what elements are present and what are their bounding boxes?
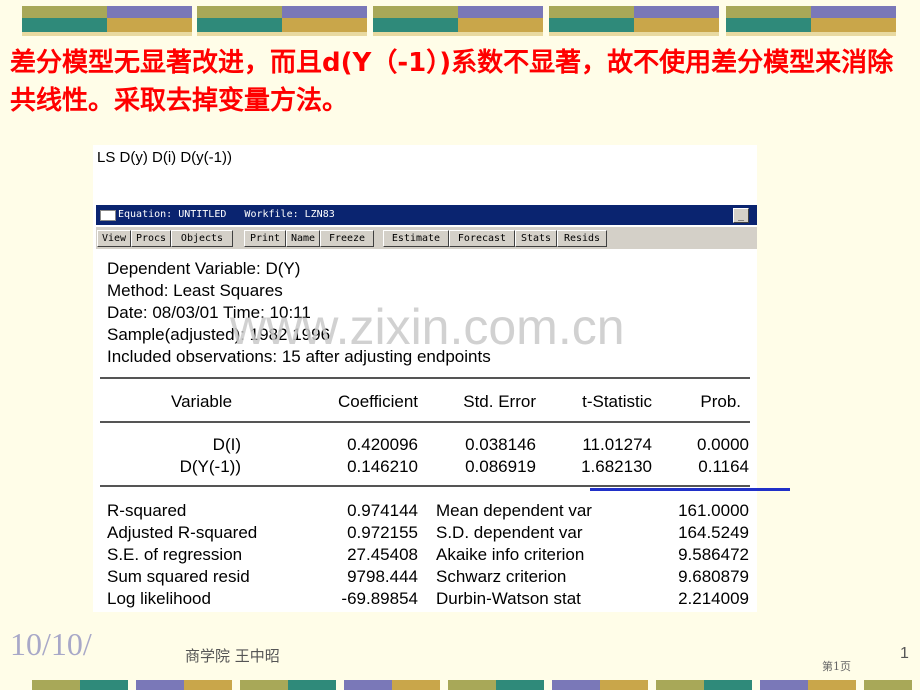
divider [100,485,750,487]
stat-value: 161.0000 [678,501,749,520]
deco-block [197,6,367,44]
eviews-screenshot: LS D(y) D(i) D(y(-1)) Equation: UNTITLED… [93,145,757,612]
resids-button[interactable]: Resids [557,230,607,247]
footer-date: 10/10/ [10,626,92,662]
forecast-button[interactable]: Forecast [449,230,515,247]
deco-block [726,6,896,44]
stat-value: 0.972155 [347,523,418,542]
stat-label: Log likelihood [107,589,211,608]
stat-value: 164.5249 [678,523,749,542]
divider [100,377,750,379]
slide-number: 1 [900,645,909,662]
column-header: Std. Error [463,392,536,411]
coef-variable: D(Y(-1)) [179,457,241,476]
stat-label: Schwarz criterion [436,567,567,586]
stat-label: S.E. of regression [107,545,243,564]
command-text: LS D(y) D(i) D(y(-1)) [97,149,232,166]
print-button[interactable]: Print [244,230,286,247]
stat-value: 0.974144 [347,501,418,520]
deco-block [22,6,192,44]
std-error-value: 0.038146 [465,435,536,454]
stat-label: Mean dependent var [436,501,592,520]
coef-value: 0.146210 [347,457,418,476]
watermark: www.zixin.com.cn [230,299,625,355]
stat-value: 27.45408 [347,545,418,564]
dependent-variable-line: Dependent Variable: D(Y) [107,259,301,278]
command-window[interactable]: LS D(y) D(i) D(y(-1)) [93,145,757,203]
equation-window-titlebar[interactable]: Equation: UNTITLED Workfile: LZN83 _ [96,205,757,225]
stat-label: Sum squared resid [107,567,250,586]
window-icon [100,210,116,221]
coef-variable: D(I) [212,435,241,454]
stat-label: Durbin-Watson stat [436,589,581,608]
estimate-button[interactable]: Estimate [383,230,449,247]
top-decoration [0,6,920,44]
stat-value: -69.89854 [341,589,418,608]
view-button[interactable]: View [97,230,131,247]
divider [100,421,750,423]
column-header: Prob. [700,392,741,411]
stats-button[interactable]: Stats [515,230,557,247]
footer-page-label: 第1页 [822,660,851,673]
std-error-value: 0.086919 [465,457,536,476]
prob-value: 0.0000 [697,435,749,454]
stat-value: 9.680879 [678,567,749,586]
column-header: Coefficient [337,392,418,411]
prob-value: 0.1164 [698,457,749,476]
stat-label: Adjusted R-squared [107,523,258,542]
slide-title: 差分模型无显著改进，而且d(Y（-1）)系数不显著，故不使用差分模型来消除共线性… [10,48,894,116]
t-stat-value: 11.01274 [582,435,652,454]
minimize-button[interactable]: _ [733,208,749,223]
name-button[interactable]: Name [286,230,320,247]
stat-value: 9798.444 [347,567,418,586]
stat-value: 9.586472 [678,545,749,564]
procs-button[interactable]: Procs [131,230,171,247]
window-title: Equation: UNTITLED Workfile: LZN83 [118,209,335,220]
stat-label: Akaike info criterion [436,545,585,564]
bottom-decoration [0,680,920,690]
t-stat-value: 1.682130 [581,457,652,476]
equation-toolbar: View Procs Objects Print Name Freeze Est… [96,227,757,249]
stat-label: S.D. dependent var [436,523,583,542]
footer-author: 商学院 王中昭 [185,647,280,665]
column-header: t-Statistic [582,392,652,411]
stat-value: 2.214009 [678,589,749,608]
stat-label: R-squared [107,501,187,520]
highlight-underline [590,488,790,491]
freeze-button[interactable]: Freeze [320,230,374,247]
deco-block [549,6,719,44]
objects-button[interactable]: Objects [171,230,233,247]
column-header: Variable [171,392,233,411]
deco-block [373,6,543,44]
coef-value: 0.420096 [347,435,418,454]
